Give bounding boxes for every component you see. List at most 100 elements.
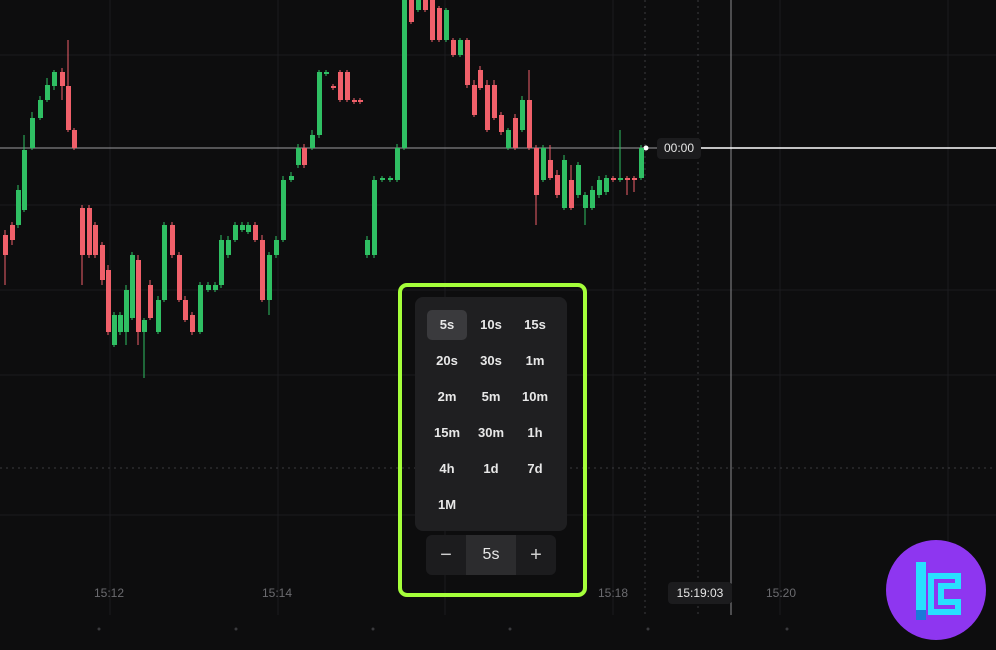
candle-body xyxy=(541,148,546,180)
candle-body xyxy=(246,225,251,232)
timeframe-panel: 5s 10s 15s 20s 30s 1m 2m 5m 10m 15m 30m … xyxy=(415,297,567,531)
candle-body xyxy=(402,0,407,148)
candle-body xyxy=(324,72,329,74)
price-time-tag: 00:00 xyxy=(657,138,701,159)
candle-body xyxy=(358,100,363,102)
candle-body xyxy=(38,100,43,118)
candle-body xyxy=(118,315,123,332)
time-axis-label: 15:14 xyxy=(261,586,293,600)
decrease-timeframe-button[interactable]: − xyxy=(426,535,466,575)
candle-body xyxy=(10,225,15,240)
candle-body xyxy=(372,180,377,255)
candle-body xyxy=(365,240,370,255)
candle-body xyxy=(106,270,111,332)
candle-body xyxy=(52,72,57,86)
candle-body xyxy=(576,165,581,195)
candle-body xyxy=(618,178,623,180)
candle-body xyxy=(136,260,141,332)
brand-logo xyxy=(886,540,986,640)
candle-body xyxy=(604,178,609,192)
candle-body xyxy=(310,135,315,148)
candle-body xyxy=(177,255,182,300)
candle-body xyxy=(219,240,224,285)
candle-body xyxy=(611,178,616,180)
candle-body xyxy=(130,255,135,318)
candle-body xyxy=(458,40,463,55)
timeframe-option-30m[interactable]: 30m xyxy=(471,418,511,448)
candle-body xyxy=(625,178,630,180)
timeframe-option-1h[interactable]: 1h xyxy=(515,418,555,448)
candle-body xyxy=(583,195,588,208)
candle-body xyxy=(451,40,456,55)
candle-body xyxy=(569,180,574,208)
candle-body xyxy=(87,208,92,255)
candle-body xyxy=(142,320,147,332)
candle-body xyxy=(162,225,167,300)
candle-body xyxy=(409,0,414,22)
candle-body xyxy=(16,190,21,225)
timeframe-option-1m[interactable]: 1m xyxy=(515,346,555,376)
candle-body xyxy=(338,72,343,100)
candle-body xyxy=(60,72,65,86)
increase-timeframe-button[interactable]: + xyxy=(516,535,556,575)
candle-body xyxy=(213,285,218,290)
candle-body xyxy=(465,40,470,85)
candle-body xyxy=(444,10,449,40)
timeframe-option-5m[interactable]: 5m xyxy=(471,382,511,412)
candle-body xyxy=(331,86,336,88)
candle-body xyxy=(124,290,129,332)
candle-body xyxy=(226,240,231,255)
timeframe-option-30s[interactable]: 30s xyxy=(471,346,511,376)
candle-body xyxy=(302,148,307,165)
timeframe-value: 5s xyxy=(466,535,516,575)
timeframe-option-15m[interactable]: 15m xyxy=(427,418,467,448)
candle-body xyxy=(281,180,286,240)
candle-body xyxy=(148,285,153,318)
candle-body xyxy=(590,190,595,208)
candle-body xyxy=(639,148,644,178)
candle-body xyxy=(478,70,483,88)
timeframe-option-15s[interactable]: 15s xyxy=(515,310,555,340)
candle-body xyxy=(100,245,105,280)
candle-body xyxy=(3,235,8,255)
candle-body xyxy=(548,160,553,178)
candle-body xyxy=(233,225,238,240)
time-axis-label: 15:20 xyxy=(765,586,797,600)
candle-body xyxy=(22,150,27,210)
timeframe-option-5s[interactable]: 5s xyxy=(427,310,467,340)
candle-body xyxy=(66,86,71,130)
candle-body xyxy=(345,72,350,100)
candle-body xyxy=(260,240,265,300)
timeframe-option-1M[interactable]: 1M xyxy=(427,490,467,520)
candle-body xyxy=(206,285,211,290)
candle-body xyxy=(296,148,301,165)
candle-body xyxy=(423,0,428,10)
candle-body xyxy=(534,148,539,195)
timeline-dots xyxy=(97,627,926,631)
timeframe-option-1d[interactable]: 1d xyxy=(471,454,511,484)
timeframe-option-10s[interactable]: 10s xyxy=(471,310,511,340)
brand-logo-icon xyxy=(916,562,961,620)
candle-body xyxy=(198,285,203,332)
timeframe-option-10m[interactable]: 10m xyxy=(515,382,555,412)
candle-body xyxy=(170,225,175,255)
candle-body xyxy=(485,85,490,130)
candle-body xyxy=(395,148,400,180)
candle-body xyxy=(112,315,117,345)
timeframe-option-7d[interactable]: 7d xyxy=(515,454,555,484)
timeframe-stepper: − 5s + xyxy=(426,535,556,575)
candle-body xyxy=(513,118,518,148)
timeframe-option-2m[interactable]: 2m xyxy=(427,382,467,412)
candle-body xyxy=(267,255,272,300)
candle-body xyxy=(253,225,258,240)
timeframe-option-20s[interactable]: 20s xyxy=(427,346,467,376)
candle-body xyxy=(156,300,161,332)
candle-body xyxy=(274,240,279,255)
candle-body xyxy=(352,100,357,102)
candle-body xyxy=(45,85,50,100)
current-price-dot xyxy=(643,145,649,151)
timeframe-option-4h[interactable]: 4h xyxy=(427,454,467,484)
candle-body xyxy=(506,130,511,148)
candle-body xyxy=(632,178,637,180)
candle-body xyxy=(289,176,294,180)
